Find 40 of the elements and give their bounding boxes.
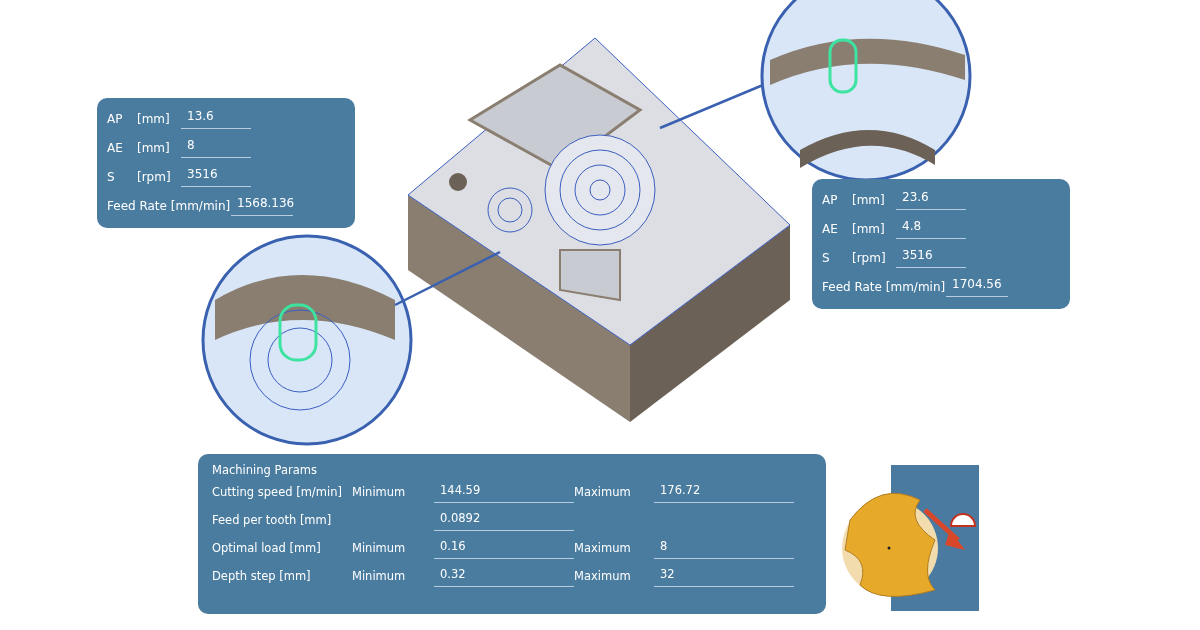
parameter-label: Optimal load [mm]	[212, 541, 322, 557]
value-field[interactable]: 0.32	[434, 567, 574, 587]
parameter-label: AE	[822, 221, 839, 236]
value-field[interactable]: 3516	[181, 166, 251, 187]
value-field[interactable]: 176.72	[654, 483, 794, 503]
unit-label: [rpm]	[137, 169, 172, 184]
parameter-label: Feed per tooth [mm]	[212, 513, 333, 529]
value-field[interactable]: 8	[654, 539, 794, 559]
maximum-label: Maximum	[574, 541, 632, 557]
value-field[interactable]: 23.6	[896, 189, 966, 210]
maximum-label: Maximum	[574, 569, 632, 585]
unit-label: [mm]	[852, 221, 886, 236]
value-field[interactable]: 8	[181, 137, 251, 158]
unit-label: [mm]	[137, 111, 171, 126]
maximum-label: Maximum	[574, 485, 632, 501]
value-field[interactable]: 144.59	[434, 483, 574, 503]
value-field[interactable]: 4.8	[896, 218, 966, 239]
value-field[interactable]: 13.6	[181, 108, 251, 129]
value-field[interactable]: 3516	[896, 247, 966, 268]
parameter-label: Feed Rate [mm/min]	[822, 279, 946, 294]
value-field[interactable]: 0.0892	[434, 511, 574, 531]
parameter-label: AP	[107, 111, 124, 126]
minimum-label: Minimum	[352, 485, 407, 501]
value-field[interactable]: 0.16	[434, 539, 574, 559]
parameter-label: AP	[822, 192, 839, 207]
value-field[interactable]: 32	[654, 567, 794, 587]
parameter-label: S	[107, 169, 116, 184]
parameter-label: Depth step [mm]	[212, 569, 312, 585]
unit-label: [mm]	[852, 192, 886, 207]
parameter-label: AE	[107, 140, 124, 155]
panel-title: Machining Params	[212, 463, 318, 477]
unit-label: [mm]	[137, 140, 171, 155]
value-field[interactable]: 1704.56	[946, 276, 1008, 297]
parameter-label: Feed Rate [mm/min]	[107, 198, 231, 213]
value-field[interactable]: 1568.136	[231, 195, 293, 216]
parameter-label: Cutting speed [m/min]	[212, 485, 343, 501]
unit-label: [rpm]	[852, 250, 887, 265]
parameter-label: S	[822, 250, 831, 265]
minimum-label: Minimum	[352, 569, 407, 585]
minimum-label: Minimum	[352, 541, 407, 557]
